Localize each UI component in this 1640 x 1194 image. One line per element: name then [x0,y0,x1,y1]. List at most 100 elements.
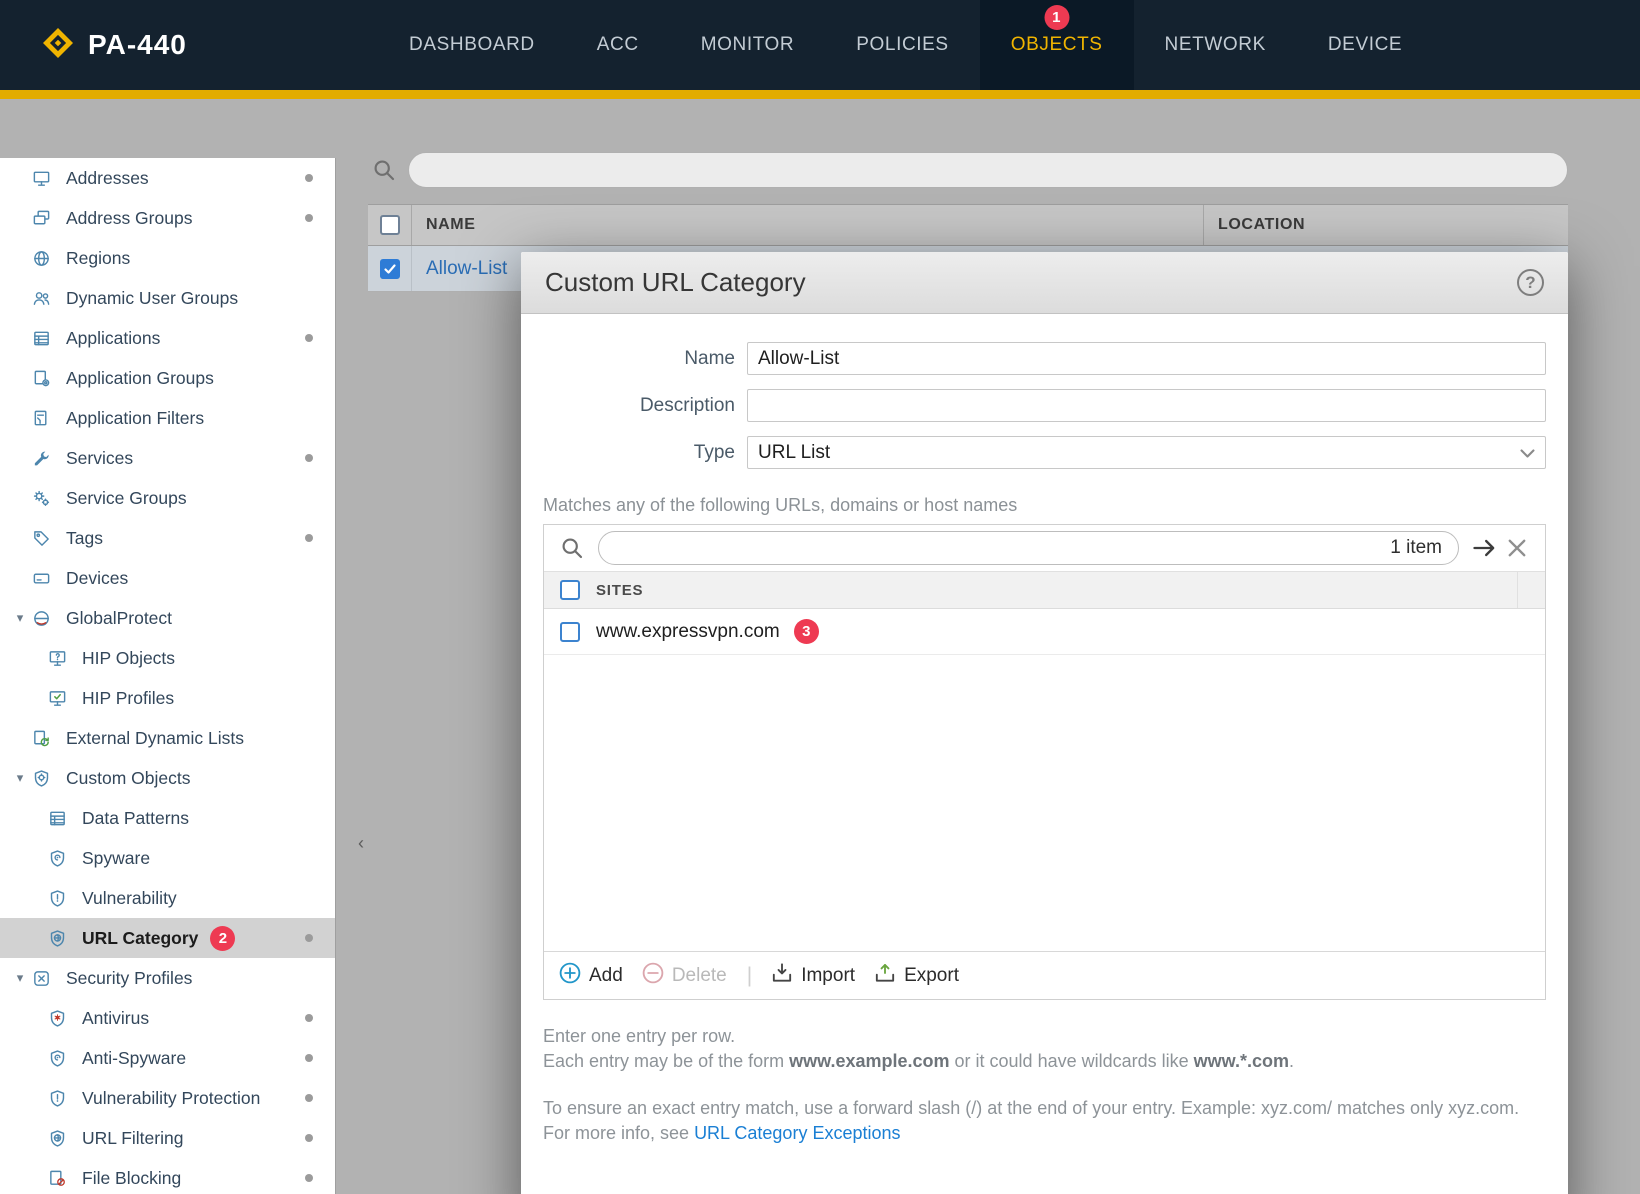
sidebar-collapse-handle[interactable]: ‹ [354,828,368,858]
chevron-down-icon[interactable]: ▾ [8,610,32,626]
regions-icon [32,249,58,268]
export-button[interactable]: Export [873,961,959,991]
site-url[interactable]: www.expressvpn.com [596,621,780,643]
content-search-input[interactable] [408,152,1568,188]
delete-icon [641,961,665,991]
site-row-checkbox[interactable] [560,621,580,642]
tab-device[interactable]: DEVICE [1297,0,1433,90]
type-row: Type URL List [543,436,1546,469]
sites-header-row: SITES [544,571,1545,609]
delete-button[interactable]: Delete [641,961,727,991]
sidebar-item-services[interactable]: Services [0,438,335,478]
column-dot-icon [305,1134,313,1142]
globalprotect-icon [32,609,58,628]
sidebar-item-data-patterns[interactable]: Data Patterns [0,798,335,838]
sidebar-item-label: Application Filters [66,407,205,428]
sidebar-item-service-groups[interactable]: Service Groups [0,478,335,518]
sidebar-item-label: Anti-Spyware [82,1047,187,1068]
clear-filter-x-icon[interactable] [1501,532,1533,564]
column-dot-icon [305,934,313,942]
chevron-down-icon[interactable]: ▾ [8,770,32,786]
sidebar-item-label: Application Groups [66,367,214,388]
add-button[interactable]: Add [558,961,623,991]
sidebar-item-security-profiles[interactable]: ▾ Security Profiles [0,958,335,998]
sidebar-item-antivirus[interactable]: Antivirus [0,998,335,1038]
sidebar-item-applications[interactable]: Applications [0,318,335,358]
tab-objects[interactable]: 1 OBJECTS [979,0,1134,90]
url-category-exceptions-link[interactable]: URL Category Exceptions [694,1123,900,1143]
export-button-label: Export [904,964,959,986]
services-icon [32,449,58,468]
file-blocking-icon [48,1169,74,1188]
sidebar-item-globalprotect[interactable]: ▾ GlobalProtect [0,598,335,638]
tab-network[interactable]: NETWORK [1134,0,1297,90]
app-frame: PA-440 DASHBOARD ACC MONITOR POLICIES 1 … [0,0,1640,1194]
sidebar-item-address-groups[interactable]: Address Groups [0,198,335,238]
column-header-location[interactable]: LOCATION [1204,216,1568,234]
help-line-3-text: To ensure an exact entry match, use a fo… [543,1098,1520,1143]
tab-policies[interactable]: POLICIES [825,0,979,90]
chevron-down-icon[interactable]: ▾ [8,970,32,986]
spyware-icon [48,849,74,868]
sidebar-item-vulnerability-protection[interactable]: Vulnerability Protection [0,1078,335,1118]
dialog-title: Custom URL Category [545,267,806,297]
external-dynamic-lists-icon [32,729,58,748]
help-line-2-c: . [1289,1051,1295,1071]
sidebar-item-hip-profiles[interactable]: HIP Profiles [0,678,335,718]
help-icon[interactable]: ? [1517,269,1544,296]
sidebar-item-url-filtering[interactable]: URL Filtering [0,1118,335,1158]
sidebar-item-devices[interactable]: Devices [0,558,335,598]
type-dropdown[interactable]: URL List [747,436,1546,469]
addresses-icon [32,169,58,188]
sidebar-item-dynamic-user-groups[interactable]: Dynamic User Groups [0,278,335,318]
import-button[interactable]: Import [770,961,855,991]
sidebar-item-label: Regions [66,247,131,268]
hip-profiles-icon [48,689,74,708]
chevron-down-icon [1518,444,1537,469]
sidebar-item-regions[interactable]: Regions [0,238,335,278]
tab-acc[interactable]: ACC [566,0,670,90]
sidebar-item-hip-objects[interactable]: HIP Objects [0,638,335,678]
sites-search-row: 1 item [544,525,1545,571]
row-checkbox-checked[interactable] [379,258,400,279]
column-dot-icon [305,334,313,342]
name-field[interactable] [747,342,1546,375]
step-badge-3: 3 [793,619,819,644]
applications-icon [32,329,58,348]
sidebar-item-external-dynamic-lists[interactable]: External Dynamic Lists [0,718,335,758]
sites-panel: 1 item SITES www.expressvpn.com 3 Add De… [543,524,1546,1000]
sidebar-item-anti-spyware[interactable]: Anti-Spyware [0,1038,335,1078]
apply-filter-arrow-icon[interactable] [1469,532,1501,564]
column-dot-icon [305,214,313,222]
sidebar-item-addresses[interactable]: Addresses [0,158,335,198]
sites-filter-input[interactable]: 1 item [598,531,1459,565]
description-row: Description [543,389,1546,422]
tab-dashboard[interactable]: DASHBOARD [378,0,566,90]
table-header-row: NAME LOCATION [368,204,1568,246]
description-field[interactable] [747,389,1546,422]
column-header-name[interactable]: NAME [412,205,1204,245]
brand-logo-icon [40,25,76,66]
select-all-checkbox[interactable] [379,215,400,235]
sidebar-item-vulnerability[interactable]: Vulnerability [0,878,335,918]
sidebar-item-url-category[interactable]: URL Category 2 [0,918,335,958]
add-button-label: Add [589,964,623,986]
sidebar-item-tags[interactable]: Tags [0,518,335,558]
step-badge-1: 1 [1044,5,1070,30]
data-patterns-icon [48,809,74,828]
sidebar-item-spyware[interactable]: Spyware [0,838,335,878]
sidebar-item-application-groups[interactable]: Application Groups [0,358,335,398]
brand: PA-440 [40,25,187,66]
sidebar-item-file-blocking[interactable]: File Blocking [0,1158,335,1194]
sidebar-item-application-filters[interactable]: Application Filters [0,398,335,438]
sites-header-spacer [1517,572,1545,608]
sites-toolbar: Add Delete | Import Export [544,951,1545,999]
sidebar-item-custom-objects[interactable]: ▾ Custom Objects [0,758,335,798]
tab-objects-label: OBJECTS [1010,34,1103,55]
anti-spyware-icon [48,1049,74,1068]
brand-name: PA-440 [88,29,187,60]
sidebar-item-label: External Dynamic Lists [66,727,244,748]
tab-monitor[interactable]: MONITOR [670,0,826,90]
sites-select-all-checkbox[interactable] [560,580,580,600]
export-icon [873,961,897,991]
